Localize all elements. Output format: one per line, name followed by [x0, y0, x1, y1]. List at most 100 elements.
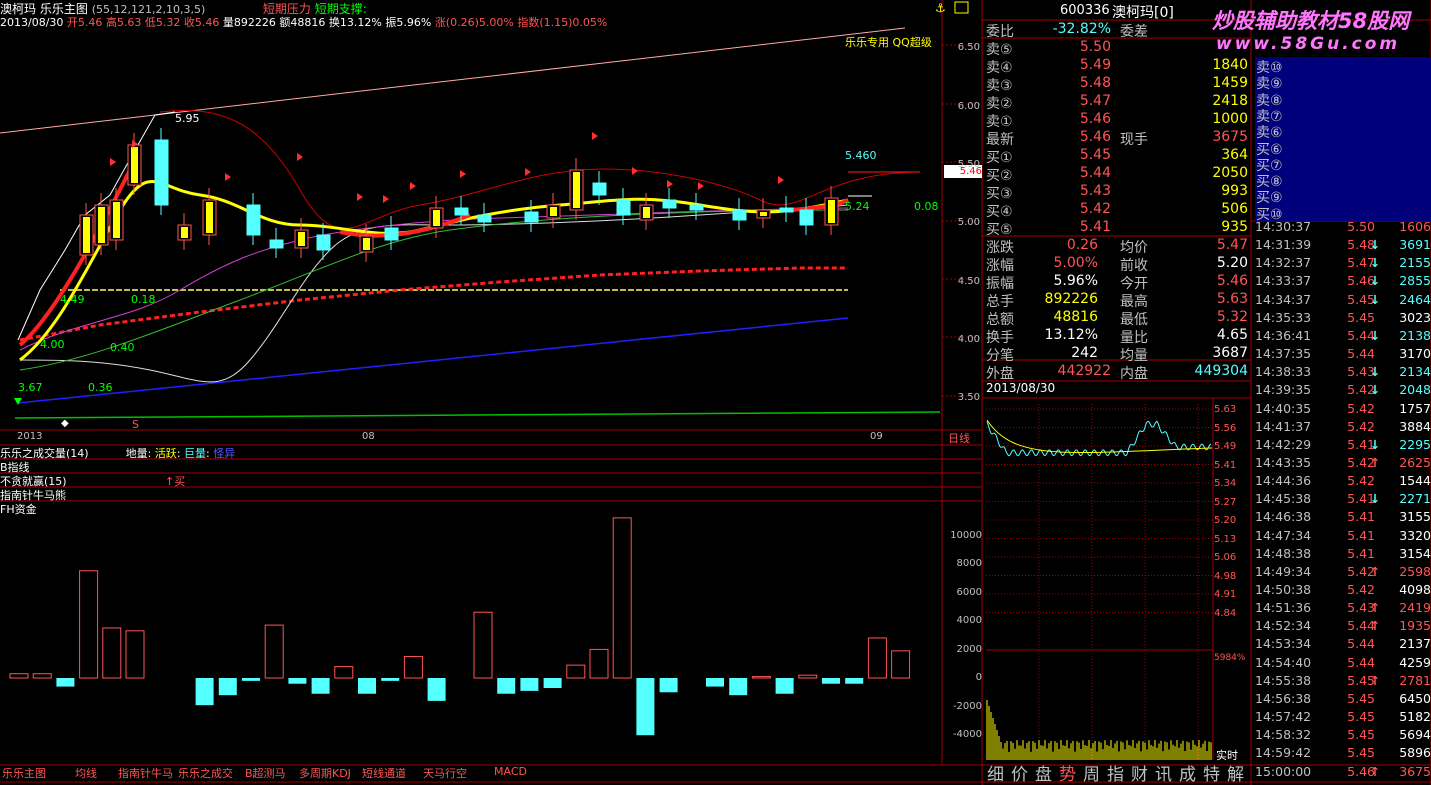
- fund-bar-up: [798, 674, 818, 679]
- mini-axis-label: 5.06: [1214, 552, 1237, 563]
- tick-price: 5.44: [1347, 636, 1375, 652]
- side-tab[interactable]: 解: [1227, 760, 1244, 785]
- tick-row: 14:32:37 5.47 ↓ 2155: [1255, 255, 1431, 273]
- tick-volume: 2137: [1399, 636, 1431, 652]
- side-tab[interactable]: 周: [1083, 760, 1100, 785]
- tab-lele-main[interactable]: 乐乐主图: [2, 765, 46, 781]
- side-tab[interactable]: 特: [1203, 760, 1220, 785]
- flag-mark: [778, 176, 784, 184]
- side-tab[interactable]: 指: [1107, 760, 1124, 785]
- buy-price: 5.44: [1079, 165, 1111, 181]
- side-tab[interactable]: 成: [1179, 760, 1196, 785]
- tick-time: 14:35:33: [1255, 309, 1312, 325]
- fund-bar-up: [125, 630, 145, 679]
- window-button-icon: [954, 1, 969, 14]
- tab-channel[interactable]: 短线通道: [362, 765, 406, 781]
- flag-mark: [667, 180, 673, 188]
- fund-bar-up: [867, 637, 887, 679]
- lower-channel-line: [17, 317, 849, 404]
- fund-bar-down: [56, 678, 75, 687]
- tick-time: 14:37:35: [1255, 346, 1312, 362]
- sell-row: 卖② 5.47 2418: [986, 93, 1250, 112]
- tick-volume: 2295: [1399, 436, 1431, 452]
- outer-value: 442922: [1057, 363, 1111, 379]
- tick-time: 14:44:36: [1255, 473, 1312, 489]
- tick-arrow: ↑: [1369, 454, 1381, 470]
- stat-label-2: 前收: [1120, 258, 1148, 274]
- tick-row: 14:35:33 5.45 3023: [1255, 310, 1431, 328]
- candle-body: [662, 199, 677, 209]
- stat-label: 涨幅: [986, 258, 1014, 274]
- tick-price: 5.42: [1347, 473, 1375, 489]
- tick-row: 14:41:37 5.42 3884: [1255, 419, 1431, 437]
- indicator-row-5[interactable]: FH资金: [0, 501, 37, 517]
- latest-label: 最新: [986, 132, 1014, 148]
- tick-price: 5.41: [1347, 545, 1375, 561]
- tick-time: 14:43:35: [1255, 454, 1312, 470]
- tab-macd[interactable]: MACD: [494, 765, 527, 778]
- candle-body: [269, 239, 284, 249]
- side-tab[interactable]: 细: [987, 760, 1004, 785]
- stat-value-2: 5.46: [1216, 273, 1248, 289]
- tick-volume: 1606: [1399, 219, 1431, 234]
- sell-volume: 1840: [1212, 57, 1248, 73]
- tick-price: 5.46: [1347, 763, 1375, 779]
- tick-volume: 3675: [1399, 763, 1431, 779]
- bar-amplitude: 振5.96%: [385, 16, 432, 29]
- flag-mark: [110, 158, 116, 166]
- tick-price: 5.41: [1347, 509, 1375, 525]
- tab-lele-vol[interactable]: 乐乐之成交: [178, 765, 233, 781]
- fund-axis-8000: 8000: [956, 558, 982, 569]
- tab-ma[interactable]: 均线: [75, 765, 97, 781]
- sell-label: 卖②: [986, 96, 1013, 112]
- buy-label: 买②: [986, 168, 1013, 184]
- mini-axis-label: 5.56: [1214, 422, 1237, 434]
- tick-time: 14:33:37: [1255, 273, 1312, 289]
- tab-tianma[interactable]: 天马行空: [423, 765, 467, 781]
- tab-b-ultra[interactable]: B超测马: [245, 765, 286, 781]
- buy-label: 买⑤: [986, 222, 1013, 238]
- upper-channel-line: [0, 27, 906, 134]
- sell-label: 卖④: [986, 60, 1013, 76]
- tick-volume: 1544: [1399, 473, 1431, 489]
- mini-axis-label: 4.91: [1214, 589, 1237, 600]
- tick-arrow: ↓: [1369, 491, 1381, 507]
- tick-time: 14:49:34: [1255, 563, 1312, 579]
- stat-row: 换手 13.12% 量比 4.65: [986, 327, 1250, 346]
- flag-mark: [592, 132, 598, 140]
- candle-fill: [113, 202, 120, 238]
- flag-mark: [225, 173, 231, 181]
- side-tab[interactable]: 价: [1011, 760, 1028, 785]
- tick-price: 5.44: [1347, 346, 1375, 362]
- buy-label: 买④: [986, 204, 1013, 220]
- daily-tab[interactable]: 日线: [948, 430, 970, 446]
- tick-volume: 2781: [1399, 672, 1431, 688]
- weibi-row: 委比 -32.82% 委差: [986, 21, 1250, 40]
- tick-row: 14:55:38 5.45 ↑ 2781: [1255, 673, 1431, 691]
- candle-body: [732, 209, 747, 221]
- side-tab[interactable]: 势: [1059, 760, 1076, 785]
- tab-kdj[interactable]: 多周期KDJ: [299, 765, 351, 781]
- candle-fill: [550, 207, 557, 216]
- buy-label: 买①: [986, 150, 1013, 166]
- tab-compass[interactable]: 指南针牛马: [118, 765, 173, 781]
- tick-time: 14:59:42: [1255, 745, 1312, 761]
- side-tab[interactable]: 讯: [1155, 760, 1172, 785]
- tick-row: 14:31:39 5.48 ↓ 3691: [1255, 237, 1431, 255]
- fund-bar-up: [566, 664, 586, 679]
- tick-price: 5.42: [1347, 582, 1375, 597]
- fund-bar-down: [729, 678, 748, 696]
- tick-time: 14:34:37: [1255, 291, 1312, 307]
- fund-bar-down: [775, 678, 794, 694]
- side-tab[interactable]: 盘: [1035, 760, 1052, 785]
- side-tab[interactable]: 财: [1131, 760, 1148, 785]
- fund-bar-up: [32, 673, 52, 679]
- fund-bar-down: [242, 678, 260, 681]
- tick-row: 14:54:40 5.44 4259: [1255, 655, 1431, 673]
- date-axis-2013: 2013: [17, 431, 43, 442]
- sell-label: 卖⑤: [986, 42, 1013, 58]
- right-mark: 5.460: [845, 149, 877, 162]
- sell-price: 5.46: [1079, 111, 1111, 127]
- stat-value-2: 3687: [1212, 345, 1248, 361]
- tick-price: 5.45: [1347, 727, 1375, 743]
